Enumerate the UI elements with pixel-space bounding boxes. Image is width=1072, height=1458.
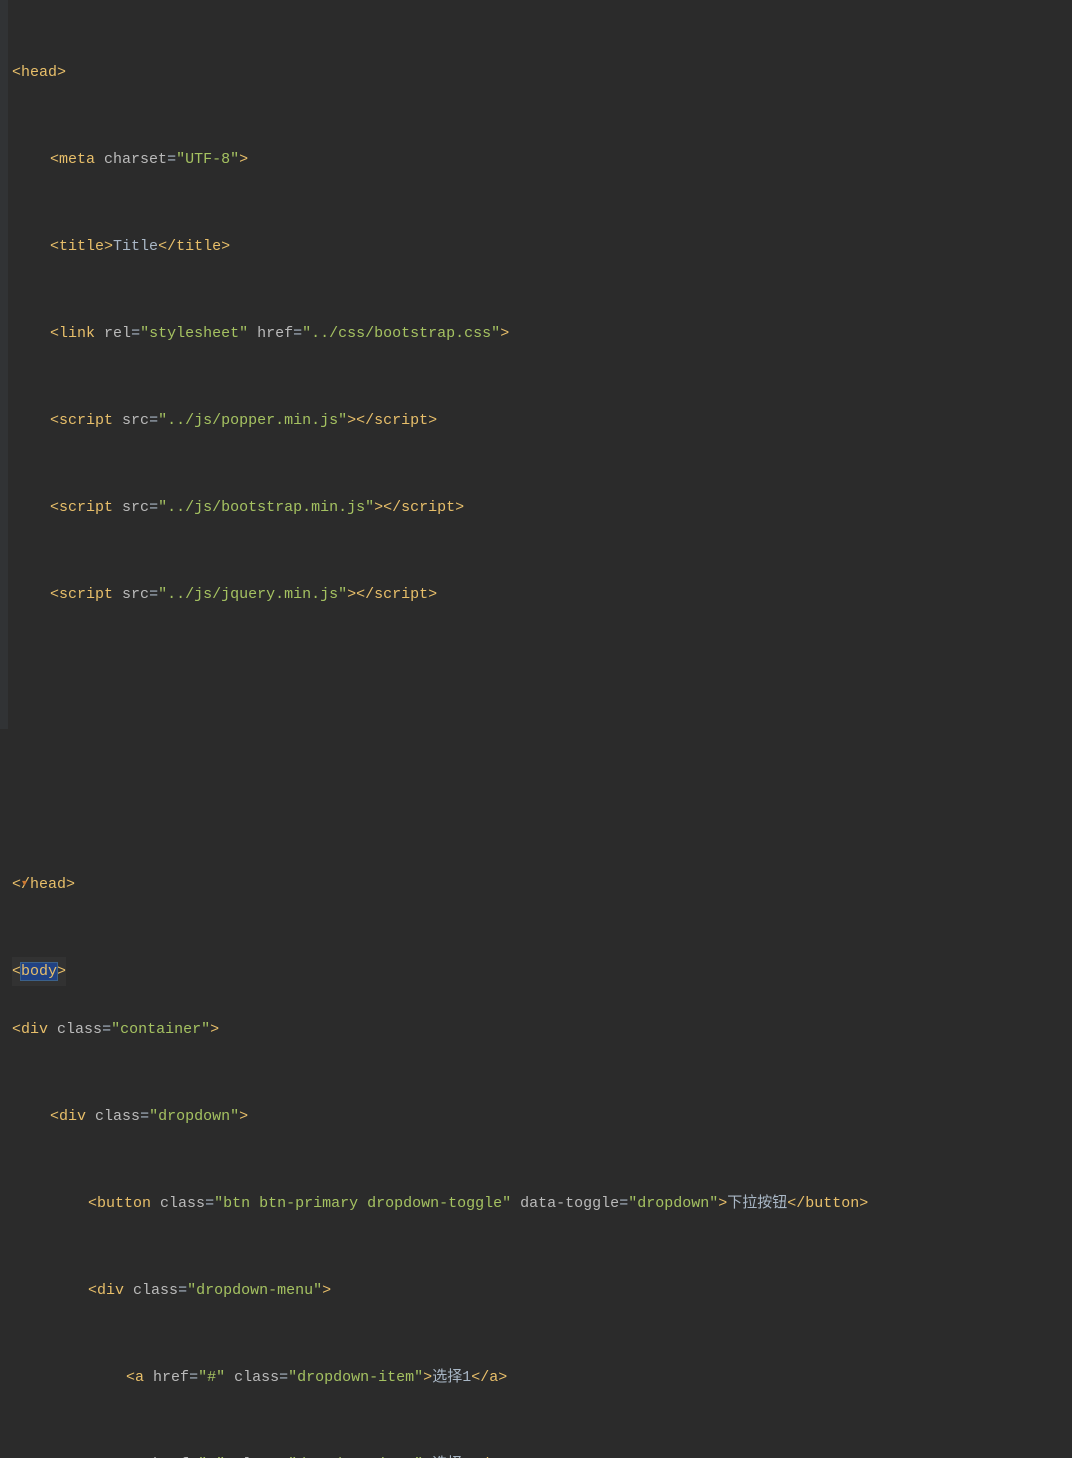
code-line[interactable] <box>12 725 1072 754</box>
code-editor[interactable]: <head> <meta charset="UTF-8"> <title>Tit… <box>0 0 1072 1458</box>
code-line[interactable] <box>12 667 1072 696</box>
code-line[interactable]: <head> <box>12 58 1072 87</box>
editor-gutter <box>0 0 8 729</box>
code-line[interactable]: <div class="container"> <box>12 1015 1072 1044</box>
code-line[interactable]: <link rel="stylesheet" href="../css/boot… <box>12 319 1072 348</box>
code-line[interactable]: <title>Title</title> <box>12 232 1072 261</box>
code-line[interactable]: <script src="../js/jquery.min.js"></scri… <box>12 580 1072 609</box>
code-line-current[interactable]: <body> <box>12 957 66 986</box>
code-line[interactable]: <a href="#" class="dropdown-item">选择2</a… <box>12 1450 1072 1458</box>
code-line[interactable]: <a href="#" class="dropdown-item">选择1</a… <box>12 1363 1072 1392</box>
code-line[interactable]: <script src="../js/popper.min.js"></scri… <box>12 406 1072 435</box>
code-line[interactable]: <div class="dropdown-menu"> <box>12 1276 1072 1305</box>
code-line[interactable]: <meta charset="UTF-8"> <box>12 145 1072 174</box>
code-line[interactable]: <button class="btn btn-primary dropdown-… <box>12 1189 1072 1218</box>
code-line[interactable]: <script src="../js/bootstrap.min.js"></s… <box>12 493 1072 522</box>
selection[interactable]: body <box>21 963 57 980</box>
code-line[interactable] <box>12 783 1072 812</box>
code-line[interactable]: <div class="dropdown"> <box>12 1102 1072 1131</box>
collapse-indicator-icon: ▾ <box>22 870 27 899</box>
code-line[interactable]: ▾</head> <box>12 870 1072 899</box>
